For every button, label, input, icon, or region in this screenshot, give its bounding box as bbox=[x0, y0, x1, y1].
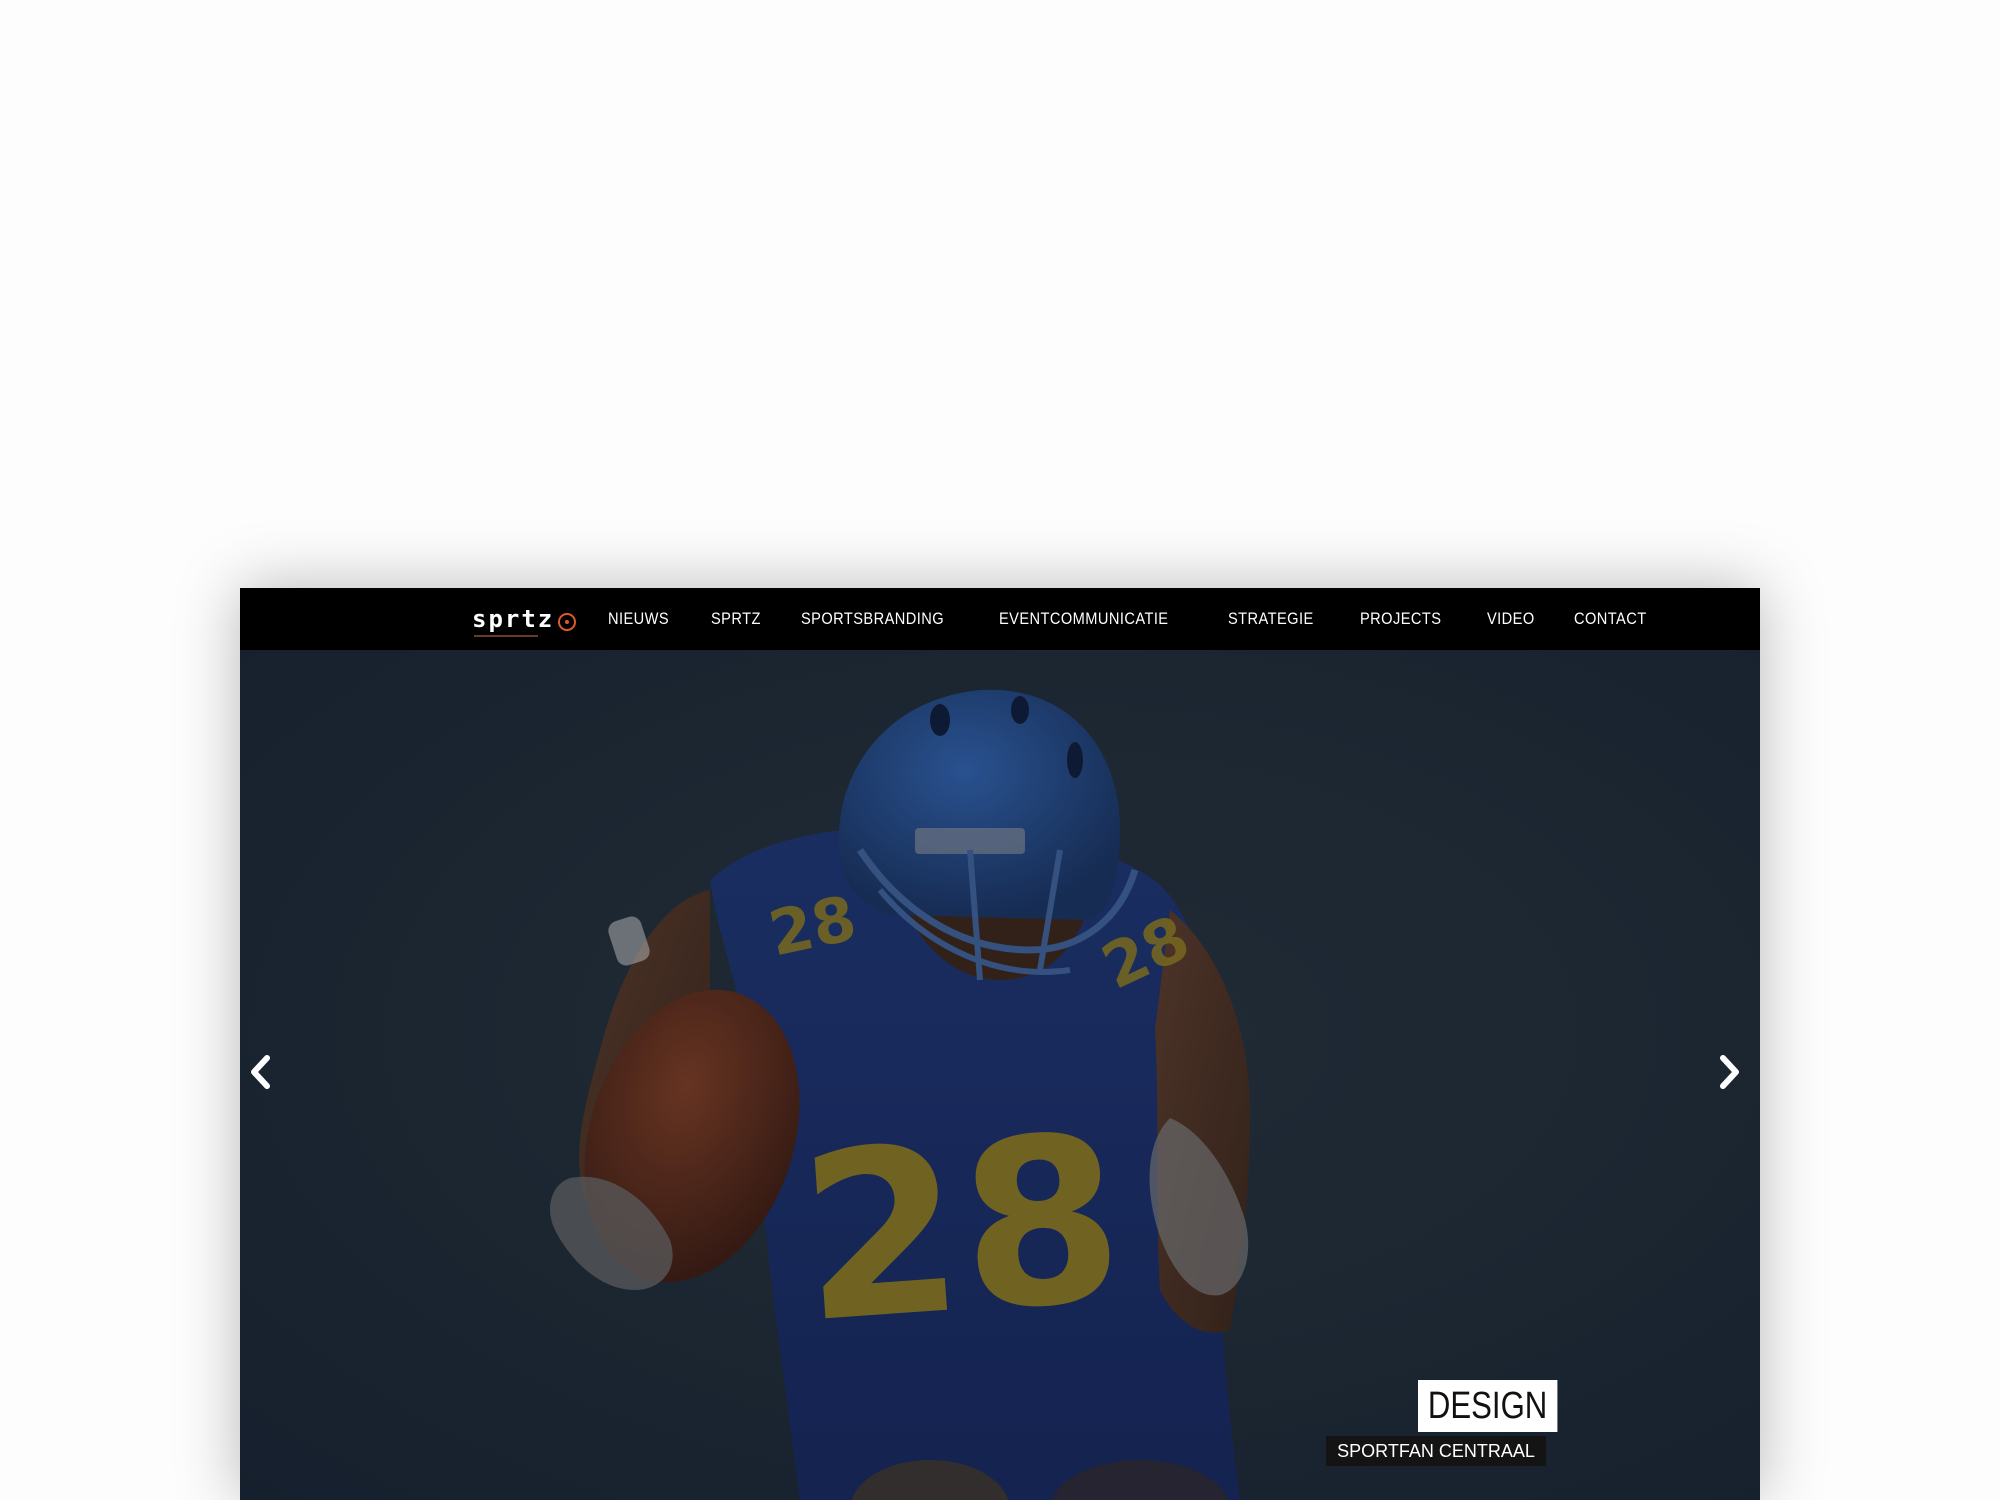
slider-prev-button[interactable] bbox=[248, 1055, 284, 1101]
football-player-image: 28 28 28 bbox=[240, 650, 1760, 1500]
nav-item-eventcommunicatie[interactable]: EVENTCOMMUNICATIE bbox=[999, 609, 1168, 629]
logo-target-icon bbox=[558, 613, 577, 631]
main-menu: NIEUWS SPRTZ SPORTSBRANDING EVENTCOMMUNI… bbox=[608, 588, 1650, 650]
website-screenshot: sprtz NIEUWS SPRTZ SPORTSBRANDING EVENTC… bbox=[240, 588, 1760, 1500]
slider-next-button[interactable] bbox=[1718, 1055, 1754, 1101]
nav-item-projects[interactable]: PROJECTS bbox=[1360, 609, 1441, 629]
sprtz-logo[interactable]: sprtz bbox=[472, 604, 577, 637]
nav-item-video[interactable]: VIDEO bbox=[1487, 609, 1535, 629]
chevron-left-icon bbox=[251, 1055, 270, 1089]
logo-tagline bbox=[474, 635, 538, 637]
nav-item-sprtz[interactable]: SPRTZ bbox=[711, 609, 761, 629]
nav-item-strategie[interactable]: STRATEGIE bbox=[1228, 609, 1314, 629]
chevron-right-icon bbox=[1720, 1055, 1739, 1089]
nav-item-sportsbranding[interactable]: SPORTSBRANDING bbox=[801, 609, 944, 629]
logo-text: sprtz bbox=[472, 605, 555, 633]
nav-item-contact[interactable]: CONTACT bbox=[1574, 609, 1647, 629]
top-navigation-bar: sprtz NIEUWS SPRTZ SPORTSBRANDING EVENTC… bbox=[240, 588, 1760, 650]
nav-item-nieuws[interactable]: NIEUWS bbox=[608, 609, 669, 629]
slide-caption-subtitle: SPORTFAN CENTRAAL bbox=[1326, 1436, 1546, 1466]
hero-slider: 28 28 28 DESIGN SPORTFAN CENTRAAL bbox=[240, 650, 1760, 1500]
slide-caption-title: DESIGN bbox=[1418, 1380, 1558, 1432]
